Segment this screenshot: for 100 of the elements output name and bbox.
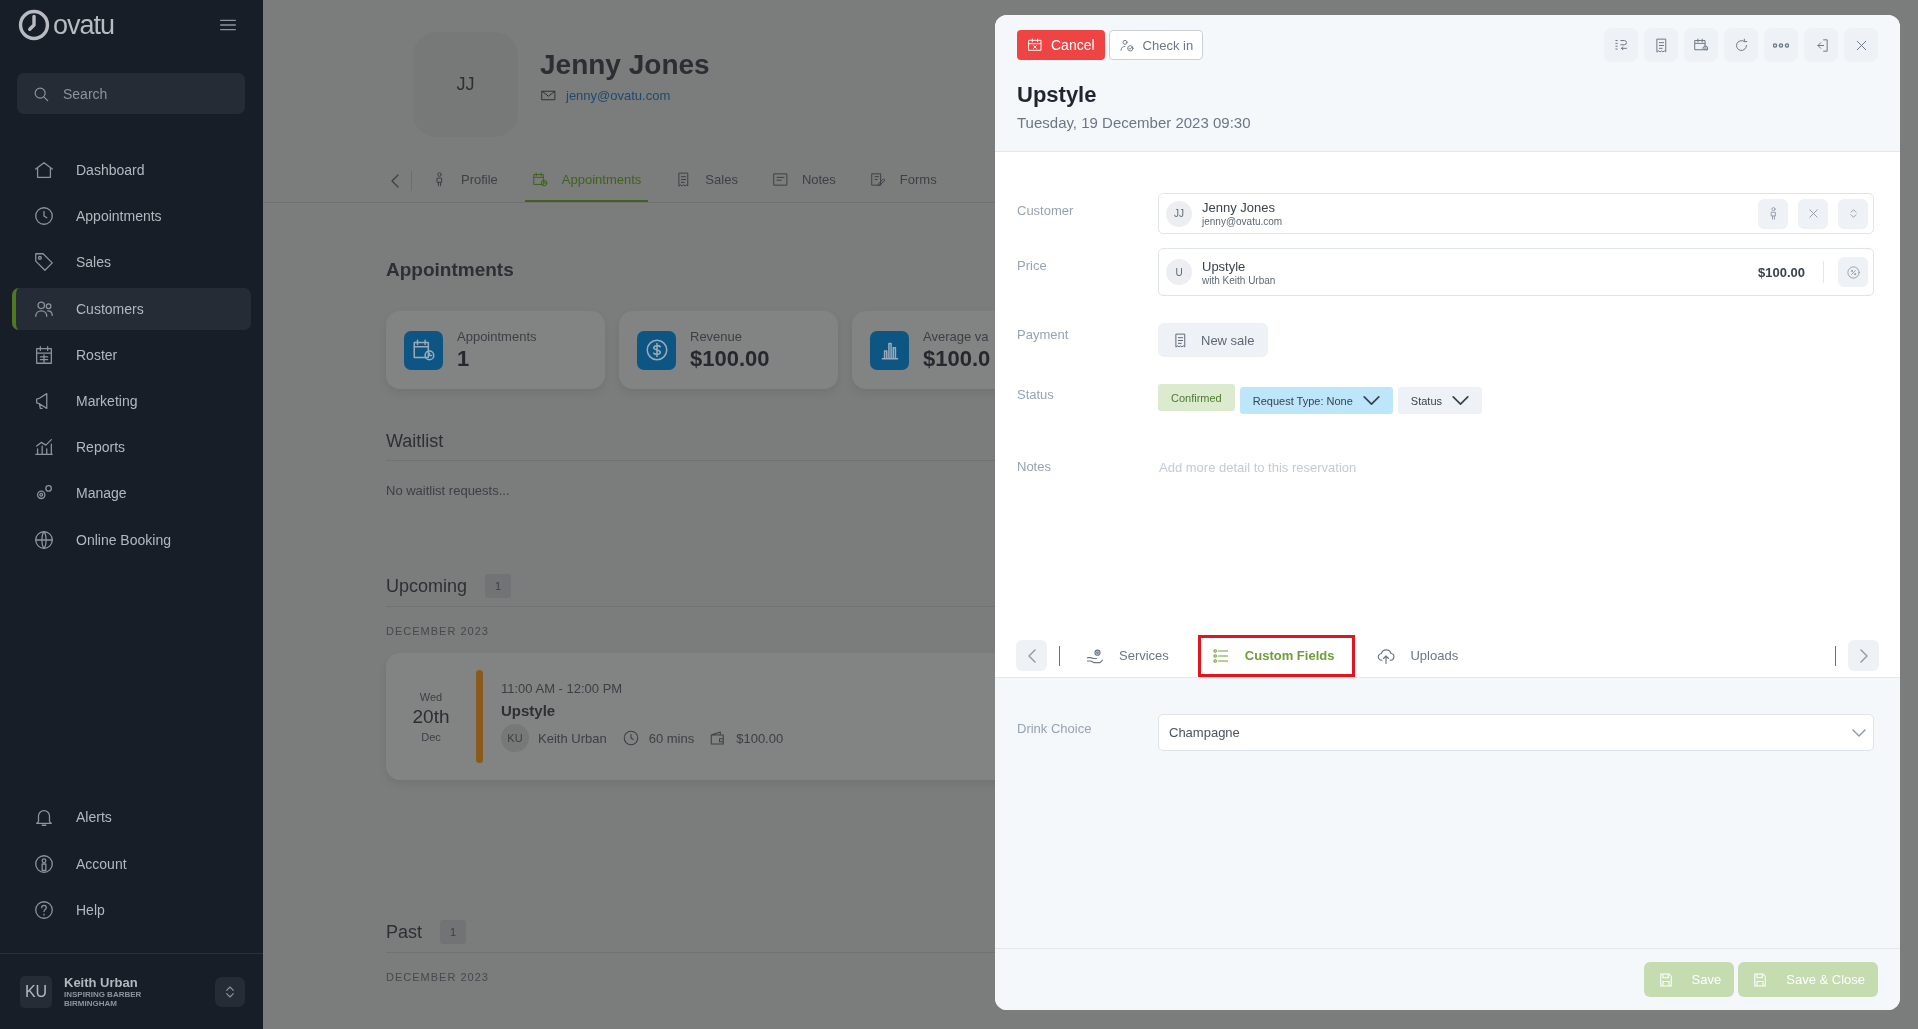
chevron-down-icon [1852,728,1866,737]
check-in-button[interactable]: Check in [1108,30,1204,60]
status-dropdown[interactable]: Request Type: None [1239,387,1393,414]
sidebar-item[interactable]: Marketing [12,379,251,422]
calendar-refresh-icon [1692,36,1710,54]
sidebar-item[interactable]: Appointments [12,195,251,238]
service-name: Upstyle [1202,258,1247,274]
percent-icon [1845,264,1861,280]
profile-button[interactable] [1758,198,1788,229]
calendar-clock-icon [410,337,437,363]
reorder-button[interactable] [1604,28,1638,62]
help-icon [33,898,55,921]
staff-avatar: KU [501,724,529,752]
search-field[interactable]: Search [17,73,245,114]
field-label: Payment [1017,326,1070,342]
weekday: Wed [418,690,444,703]
service-name: Upstyle [501,702,557,719]
duration: 60 mins [648,730,695,746]
staff-name: Keith Urban [538,730,607,746]
stat-label: Appointments [457,328,537,344]
globe-icon [33,528,55,551]
previous-tab-button[interactable] [391,173,399,188]
chevron-left-icon [391,173,399,188]
staff-name: with Keith Urban [1202,274,1276,286]
panel-tab[interactable]: Uploads [1363,634,1480,677]
person-check-icon [1118,37,1135,53]
field-label: Notes [1017,459,1052,474]
section-heading: Appointments [386,259,515,281]
status-tag: Confirmed [1158,384,1235,411]
more-button[interactable] [1764,28,1798,62]
calendar-clock-icon [531,171,549,188]
dropdown-field[interactable]: Champagne [1158,714,1874,751]
clock-icon [621,729,640,747]
sidebar-item[interactable]: Help [12,888,251,931]
appointment-card[interactable]: Wed 20th Dec 11:00 AM - 12:00 PM Upstyle KU Keith Urban 60 mins $100.00 [386,653,995,780]
logo[interactable]: ovatu [17,8,115,42]
customer-name: Jenny Jones [1202,200,1276,215]
next-tab-button[interactable] [1848,640,1879,671]
section-heading: Waitlist [386,431,995,461]
discount-button[interactable] [1838,257,1868,287]
sidebar-item[interactable]: Alerts [12,796,251,839]
sidebar-item[interactable]: Manage [12,472,251,515]
stat-value: $100.00 [690,345,770,372]
person-circle-icon [33,852,55,875]
sidebar-item[interactable]: Online Booking [12,518,251,561]
clock-logo-icon [17,8,51,42]
note-icon [771,171,789,188]
repeat-button[interactable] [1724,28,1758,62]
calendar-x-icon [1027,37,1043,53]
stat-value: 1 [457,345,471,372]
previous-tab-button[interactable] [1016,640,1047,671]
change-customer-button[interactable] [1838,198,1868,229]
price: $100.00 [1758,264,1805,280]
service-field[interactable]: U Upstyle with Keith Urban $100.00 [1158,248,1874,296]
section-heading: Past [386,921,423,943]
stat-label: Average va [923,328,990,344]
customer-email: jenny@ovatu.com [1202,216,1283,227]
sidebar-item[interactable]: Reports [12,426,251,469]
more-icon [1773,42,1789,48]
service-avatar: U [1166,259,1192,285]
time-range: 11:00 AM - 12:00 PM [501,681,624,696]
clock-icon [33,205,55,228]
location-name: BIRMINGHAM [64,999,118,1008]
calendar-icon [33,343,55,366]
tag-icon [33,251,55,274]
day: 20th [386,705,476,728]
receipt-button[interactable] [1644,28,1678,62]
business-name: INSPIRING BARBER [64,990,143,999]
sidebar-item[interactable]: Dashboard [12,149,251,191]
new-sale-button[interactable]: New sale [1158,323,1269,357]
customer-field[interactable]: JJ Jenny Jones jenny@ovatu.com [1158,193,1874,234]
chevron-left-icon [1027,648,1036,663]
panel-tab[interactable]: Services [1072,634,1190,677]
field-label: Status [1017,386,1055,402]
stat-value: $100.0 [923,345,991,372]
clear-button[interactable] [1798,198,1828,229]
booking-title: Upstyle [1017,82,1098,108]
price: $100.00 [736,730,784,746]
customer-avatar: JJ [1166,200,1192,227]
booking-datetime: Tuesday, 19 December 2023 09:30 [1017,114,1252,131]
account-switcher-button[interactable] [215,976,245,1007]
field-label: Price [1017,257,1048,273]
sidebar-item[interactable]: Roster [12,333,251,376]
cancel-button[interactable]: Cancel [1017,30,1105,60]
section-heading: Upcoming [386,575,468,597]
customer-name: Jenny Jones [540,49,710,81]
user-avatar: KU [20,975,52,1008]
sidebar-item[interactable]: Sales [12,241,251,284]
field-label: Customer [1017,202,1075,218]
user-name: Keith Urban [64,975,139,990]
sidebar-item[interactable]: Account [12,842,251,885]
home-icon [33,159,55,181]
status-dropdown[interactable]: Status [1397,387,1483,414]
sidebar-item[interactable]: Customers [12,287,251,330]
collapse-button[interactable] [1804,28,1838,62]
field-label: Drink Choice [1017,720,1093,736]
form-edit-icon [869,171,887,188]
month-label: Dec [420,730,442,743]
stat-label: Revenue [690,328,744,344]
reschedule-button[interactable] [1684,28,1718,62]
